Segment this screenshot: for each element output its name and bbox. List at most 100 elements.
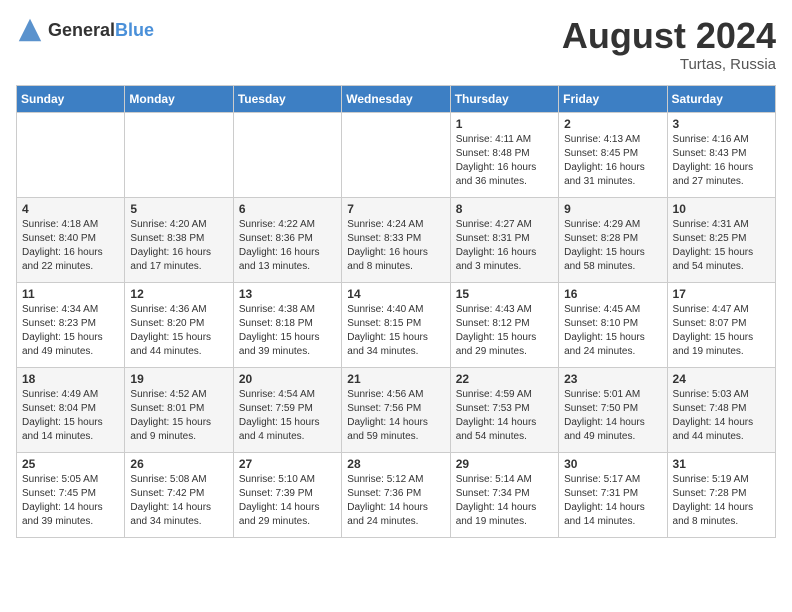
day-number: 26	[130, 457, 227, 471]
calendar-cell: 7Sunrise: 4:24 AM Sunset: 8:33 PM Daylig…	[342, 197, 450, 282]
calendar-table: SundayMondayTuesdayWednesdayThursdayFrid…	[16, 85, 776, 538]
calendar-cell: 16Sunrise: 4:45 AM Sunset: 8:10 PM Dayli…	[559, 282, 667, 367]
logo-text-blue: Blue	[115, 20, 154, 40]
day-info: Sunrise: 4:24 AM Sunset: 8:33 PM Dayligh…	[347, 218, 444, 274]
col-header-wednesday: Wednesday	[342, 85, 450, 112]
day-info: Sunrise: 4:34 AM Sunset: 8:23 PM Dayligh…	[22, 303, 119, 359]
calendar-cell: 27 Sunrise: 5:10 AM Sunset: 7:39 PM Dayli…	[233, 452, 341, 537]
day-number: 3	[673, 117, 770, 131]
day-info: Sunrise: 4:56 AM Sunset: 7:56 PM Dayligh…	[347, 388, 444, 444]
day-number: 24	[673, 372, 770, 386]
col-header-saturday: Saturday	[667, 85, 775, 112]
day-number: 22	[456, 372, 553, 386]
calendar-week-row: 1 Sunrise: 4:11 AM Sunset: 8:48 PM Daylig…	[17, 112, 776, 197]
col-header-friday: Friday	[559, 85, 667, 112]
calendar-cell: 17 Sunrise: 4:47 AM Sunset: 8:07 PM Dayli…	[667, 282, 775, 367]
day-info: Sunrise: 4:27 AM Sunset: 8:31 PM Dayligh…	[456, 218, 553, 274]
calendar-cell: 30Sunrise: 5:17 AM Sunset: 7:31 PM Dayli…	[559, 452, 667, 537]
calendar-cell: 9 Sunrise: 4:29 AM Sunset: 8:28 PM Daylig…	[559, 197, 667, 282]
day-info: Sunrise: 4:18 AM Sunset: 8:40 PM Dayligh…	[22, 218, 119, 274]
day-number: 14	[347, 287, 444, 301]
page-header: GeneralBlue August 2024 Turtas, Russia	[16, 16, 776, 73]
day-info: Sunrise: 4:38 AM Sunset: 8:18 PM Dayligh…	[239, 303, 336, 359]
day-info: Sunrise: 4:16 AM Sunset: 8:43 PM Dayligh…	[673, 133, 770, 189]
calendar-cell: 3 Sunrise: 4:16 AM Sunset: 8:43 PM Daylig…	[667, 112, 775, 197]
day-number: 5	[130, 202, 227, 216]
calendar-cell: 24 Sunrise: 5:03 AM Sunset: 7:48 PM Dayli…	[667, 367, 775, 452]
calendar-cell: 15Sunrise: 4:43 AM Sunset: 8:12 PM Dayli…	[450, 282, 558, 367]
calendar-week-row: 4 Sunrise: 4:18 AM Sunset: 8:40 PM Daylig…	[17, 197, 776, 282]
day-info: Sunrise: 5:19 AM Sunset: 7:28 PM Dayligh…	[673, 473, 770, 529]
col-header-monday: Monday	[125, 85, 233, 112]
col-header-sunday: Sunday	[17, 85, 125, 112]
calendar-header-row: SundayMondayTuesdayWednesdayThursdayFrid…	[17, 85, 776, 112]
calendar-cell: 12 Sunrise: 4:36 AM Sunset: 8:20 PM Dayli…	[125, 282, 233, 367]
day-info: Sunrise: 4:40 AM Sunset: 8:15 PM Dayligh…	[347, 303, 444, 359]
day-number: 8	[456, 202, 553, 216]
day-info: Sunrise: 4:29 AM Sunset: 8:28 PM Dayligh…	[564, 218, 661, 274]
day-info: Sunrise: 5:08 AM Sunset: 7:42 PM Dayligh…	[130, 473, 227, 529]
day-info: Sunrise: 5:05 AM Sunset: 7:45 PM Dayligh…	[22, 473, 119, 529]
calendar-cell: 25 Sunrise: 5:05 AM Sunset: 7:45 PM Dayli…	[17, 452, 125, 537]
day-number: 20	[239, 372, 336, 386]
day-number: 9	[564, 202, 661, 216]
calendar-cell: 11 Sunrise: 4:34 AM Sunset: 8:23 PM Dayli…	[17, 282, 125, 367]
calendar-cell	[233, 112, 341, 197]
day-info: Sunrise: 4:59 AM Sunset: 7:53 PM Dayligh…	[456, 388, 553, 444]
col-header-thursday: Thursday	[450, 85, 558, 112]
day-number: 21	[347, 372, 444, 386]
logo-text-general: General	[48, 20, 115, 40]
calendar-cell	[342, 112, 450, 197]
calendar-cell: 4 Sunrise: 4:18 AM Sunset: 8:40 PM Daylig…	[17, 197, 125, 282]
day-info: Sunrise: 5:03 AM Sunset: 7:48 PM Dayligh…	[673, 388, 770, 444]
calendar-cell: 6Sunrise: 4:22 AM Sunset: 8:36 PM Daylig…	[233, 197, 341, 282]
calendar-cell: 21 Sunrise: 4:56 AM Sunset: 7:56 PM Dayli…	[342, 367, 450, 452]
day-number: 25	[22, 457, 119, 471]
day-number: 11	[22, 287, 119, 301]
day-number: 28	[347, 457, 444, 471]
calendar-cell: 26 Sunrise: 5:08 AM Sunset: 7:42 PM Dayli…	[125, 452, 233, 537]
day-number: 1	[456, 117, 553, 131]
calendar-cell: 10Sunrise: 4:31 AM Sunset: 8:25 PM Dayli…	[667, 197, 775, 282]
day-info: Sunrise: 4:52 AM Sunset: 8:01 PM Dayligh…	[130, 388, 227, 444]
day-number: 27	[239, 457, 336, 471]
day-number: 13	[239, 287, 336, 301]
calendar-cell: 22 Sunrise: 4:59 AM Sunset: 7:53 PM Dayli…	[450, 367, 558, 452]
day-info: Sunrise: 4:36 AM Sunset: 8:20 PM Dayligh…	[130, 303, 227, 359]
day-info: Sunrise: 5:01 AM Sunset: 7:50 PM Dayligh…	[564, 388, 661, 444]
day-info: Sunrise: 4:31 AM Sunset: 8:25 PM Dayligh…	[673, 218, 770, 274]
calendar-cell: 20 Sunrise: 4:54 AM Sunset: 7:59 PM Dayli…	[233, 367, 341, 452]
calendar-cell: 5Sunrise: 4:20 AM Sunset: 8:38 PM Daylig…	[125, 197, 233, 282]
day-info: Sunrise: 4:13 AM Sunset: 8:45 PM Dayligh…	[564, 133, 661, 189]
calendar-week-row: 25 Sunrise: 5:05 AM Sunset: 7:45 PM Dayli…	[17, 452, 776, 537]
day-info: Sunrise: 5:12 AM Sunset: 7:36 PM Dayligh…	[347, 473, 444, 529]
day-info: Sunrise: 4:49 AM Sunset: 8:04 PM Dayligh…	[22, 388, 119, 444]
day-number: 19	[130, 372, 227, 386]
calendar-week-row: 18Sunrise: 4:49 AM Sunset: 8:04 PM Dayli…	[17, 367, 776, 452]
calendar-cell: 1 Sunrise: 4:11 AM Sunset: 8:48 PM Daylig…	[450, 112, 558, 197]
day-info: Sunrise: 5:10 AM Sunset: 7:39 PM Dayligh…	[239, 473, 336, 529]
calendar-cell: 31Sunrise: 5:19 AM Sunset: 7:28 PM Dayli…	[667, 452, 775, 537]
day-number: 2	[564, 117, 661, 131]
day-info: Sunrise: 4:22 AM Sunset: 8:36 PM Dayligh…	[239, 218, 336, 274]
day-number: 30	[564, 457, 661, 471]
col-header-tuesday: Tuesday	[233, 85, 341, 112]
day-info: Sunrise: 4:11 AM Sunset: 8:48 PM Dayligh…	[456, 133, 553, 189]
day-number: 17	[673, 287, 770, 301]
logo: GeneralBlue	[16, 16, 154, 44]
calendar-cell	[17, 112, 125, 197]
day-number: 12	[130, 287, 227, 301]
day-number: 29	[456, 457, 553, 471]
calendar-week-row: 11 Sunrise: 4:34 AM Sunset: 8:23 PM Dayli…	[17, 282, 776, 367]
title-block: August 2024 Turtas, Russia	[562, 16, 776, 73]
day-info: Sunrise: 4:47 AM Sunset: 8:07 PM Dayligh…	[673, 303, 770, 359]
calendar-cell: 13 Sunrise: 4:38 AM Sunset: 8:18 PM Dayli…	[233, 282, 341, 367]
calendar-cell: 14 Sunrise: 4:40 AM Sunset: 8:15 PM Dayli…	[342, 282, 450, 367]
calendar-cell	[125, 112, 233, 197]
logo-icon	[16, 16, 44, 44]
location: Turtas, Russia	[562, 56, 776, 73]
day-info: Sunrise: 4:45 AM Sunset: 8:10 PM Dayligh…	[564, 303, 661, 359]
day-number: 4	[22, 202, 119, 216]
day-number: 15	[456, 287, 553, 301]
day-info: Sunrise: 4:54 AM Sunset: 7:59 PM Dayligh…	[239, 388, 336, 444]
